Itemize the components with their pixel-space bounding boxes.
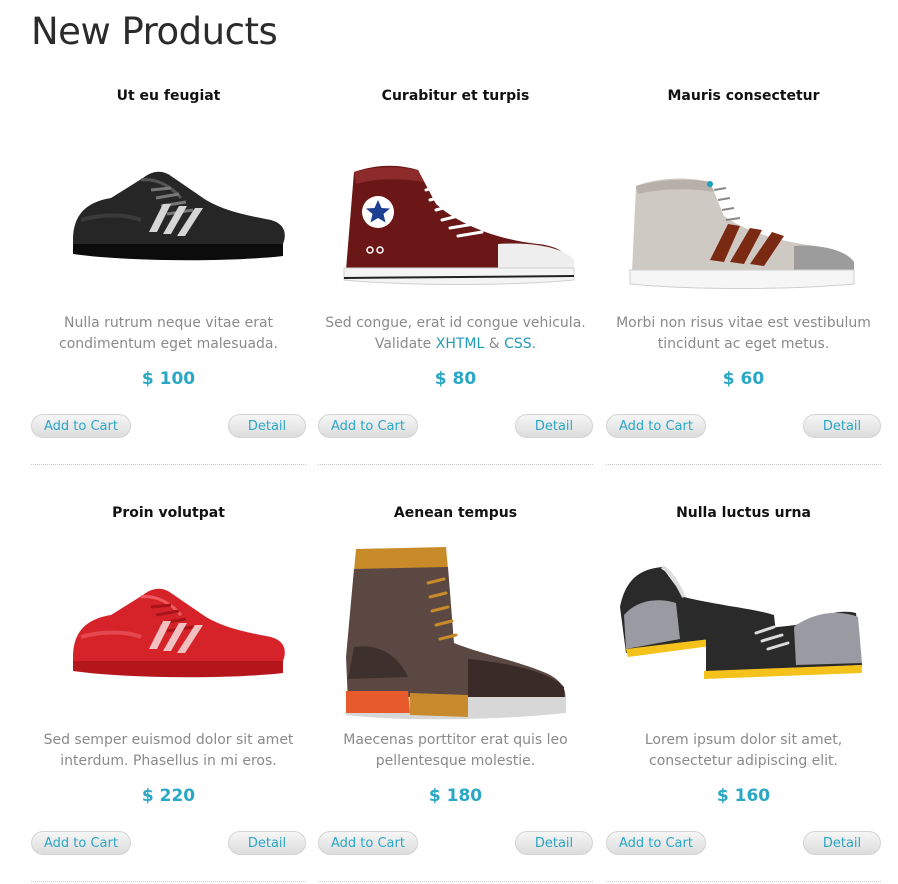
divider <box>318 464 593 465</box>
red-sneaker-image[interactable] <box>31 537 306 727</box>
product-title: Ut eu feugiat <box>116 88 221 104</box>
brown-boot-image[interactable] <box>318 537 593 727</box>
detail-button[interactable]: Detail <box>228 414 306 438</box>
divider <box>606 464 881 465</box>
product-description: Maecenas porttitor erat quis leo pellent… <box>343 732 568 769</box>
divider <box>606 881 881 882</box>
product-title: Proin volutpat <box>112 505 225 521</box>
period-text: . <box>531 336 537 352</box>
product-title: Aenean tempus <box>393 505 518 521</box>
add-to-cart-button[interactable]: Add to Cart <box>318 831 418 855</box>
product-title: Curabitur et turpis <box>381 88 530 104</box>
detail-button[interactable]: Detail <box>228 831 306 855</box>
detail-button[interactable]: Detail <box>515 414 593 438</box>
add-to-cart-button[interactable]: Add to Cart <box>318 414 418 438</box>
product-description: Nulla rutrum neque vitae erat condimentu… <box>59 315 278 352</box>
ampersand-text: & <box>484 336 505 352</box>
product-description: Lorem ipsum dolor sit amet, consectetur … <box>644 732 843 769</box>
css-link[interactable]: CSS <box>504 336 532 352</box>
xhtml-link[interactable]: XHTML <box>436 336 485 352</box>
add-to-cart-button[interactable]: Add to Cart <box>606 414 706 438</box>
product-card: Curabitur et turpis Sed congue, erat id … <box>318 80 593 467</box>
black-sneaker-image[interactable] <box>31 120 306 310</box>
product-card: Aenean tempus Maecenas porttitor erat qu… <box>318 497 593 884</box>
product-title: Nulla luctus urna <box>676 505 811 521</box>
product-price: $ 180 <box>428 786 483 806</box>
page-title: New Products <box>31 10 278 53</box>
beige-high-top-image[interactable] <box>606 120 881 310</box>
divider <box>31 881 306 882</box>
maroon-high-top-image[interactable] <box>318 120 593 310</box>
basketball-shoes-image[interactable] <box>606 537 881 727</box>
product-title: Mauris consectetur <box>667 88 820 104</box>
divider <box>318 881 593 882</box>
product-price: $ 80 <box>434 369 477 389</box>
product-card: Nulla luctus urna Lorem ipsum dolor sit … <box>606 497 881 884</box>
product-price: $ 100 <box>141 369 196 389</box>
product-card: Ut eu feugiat Nulla rutrum neque vitae e… <box>31 80 306 467</box>
add-to-cart-button[interactable]: Add to Cart <box>31 414 131 438</box>
product-description: Sed semper euismod dolor sit amet interd… <box>43 732 294 769</box>
product-description: Morbi non risus vitae est vestibulum tin… <box>616 315 871 352</box>
detail-button[interactable]: Detail <box>803 831 881 855</box>
product-price: $ 160 <box>716 786 771 806</box>
add-to-cart-button[interactable]: Add to Cart <box>31 831 131 855</box>
product-card: Proin volutpat Sed semper euismod dolor … <box>31 497 306 884</box>
detail-button[interactable]: Detail <box>803 414 881 438</box>
product-description: Sed congue, erat id congue vehicula. Val… <box>318 313 593 355</box>
product-card: Mauris consectetur Morbi non risus vitae… <box>606 80 881 467</box>
add-to-cart-button[interactable]: Add to Cart <box>606 831 706 855</box>
divider <box>31 464 306 465</box>
product-price: $ 220 <box>141 786 196 806</box>
product-price: $ 60 <box>722 369 765 389</box>
detail-button[interactable]: Detail <box>515 831 593 855</box>
